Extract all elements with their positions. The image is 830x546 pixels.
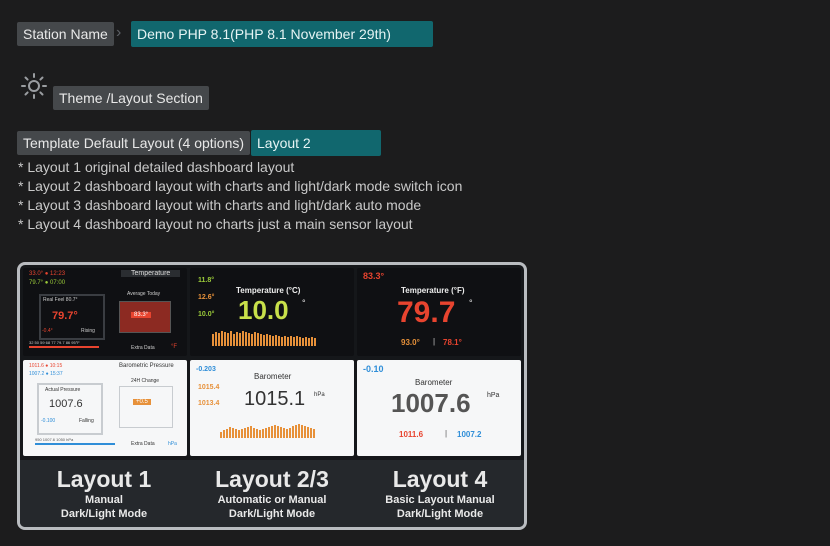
preview-text: Extra Data	[131, 345, 155, 351]
preview-text: Falling	[79, 418, 94, 424]
theme-layout-section-label: Theme /Layout Section	[53, 86, 209, 110]
preview-text: 1015.4	[198, 384, 220, 391]
preview-text: |	[433, 337, 436, 346]
preview-text: Temperature (°F)	[401, 286, 465, 295]
caption-title: Layout 1	[56, 466, 152, 492]
preview-text: °F	[171, 344, 178, 350]
preview-layout2-barometer: -0.203 1015.4 1013.4 Barometer 1015.1 hP…	[190, 360, 354, 456]
preview-layout4-barometer: -0.10 Barometer 1007.6 hPa 1011.6 | 1007…	[357, 360, 521, 456]
preview-text: °	[469, 298, 473, 308]
preview-text: 12.6°	[198, 294, 215, 301]
note-layout-1: * Layout 1 original detailed dashboard l…	[18, 159, 295, 175]
preview-captions: Layout 1 Manual Dark/Light Mode Layout 2…	[20, 460, 524, 527]
station-name-field[interactable]: Demo PHP 8.1(PHP 8.1 November 29th)	[131, 21, 433, 47]
preview-text: 10.0°	[198, 311, 215, 318]
note-layout-2: * Layout 2 dashboard layout with charts …	[18, 178, 463, 194]
preview-scale	[35, 443, 115, 445]
preview-text: 32 50 59 68 77 79.7 86 95°F	[29, 340, 80, 345]
preview-text: 79.7°	[52, 310, 78, 322]
preview-text: -0.4°	[42, 328, 53, 334]
preview-text: hPa	[487, 392, 500, 399]
preview-text: hPa	[314, 392, 325, 398]
preview-text: 1007.2 ● 15:37	[29, 371, 63, 377]
preview-text: 1015.1	[244, 388, 306, 410]
layout-preview-image: 33.0° ● 12:23 79.7° ● 07:00 Temperature …	[17, 262, 527, 530]
preview-text: 79.7° ● 07:00	[29, 280, 66, 286]
preview-layout2-temperature: 11.8° 12.6° 10.0° Temperature (°C) 10.0 …	[190, 268, 354, 356]
caption-title: Layout 4	[392, 466, 488, 492]
caption-layout-2-3: Layout 2/3 Automatic or Manual Dark/Ligh…	[188, 460, 356, 521]
caption-layout-1: Layout 1 Manual Dark/Light Mode	[20, 460, 188, 521]
preview-text: Actual Pressure	[45, 387, 81, 393]
preview-text: 79.7	[397, 296, 456, 329]
preview-layout1-temperature: 33.0° ● 12:23 79.7° ● 07:00 Temperature …	[23, 268, 187, 356]
station-name-label: Station Name	[17, 22, 114, 46]
preview-text: 83.3°	[363, 271, 385, 281]
preview-text: 1013.4	[198, 400, 220, 407]
preview-text: Barometric Pressure	[119, 363, 174, 369]
chevron-right-icon: ›	[116, 24, 122, 41]
preview-text: 11.8°	[198, 277, 215, 284]
preview-text: 1011.6 ● 10:15	[29, 363, 63, 369]
preview-text: Rising	[81, 328, 95, 334]
template-layout-label: Template Default Layout (4 options)	[17, 131, 251, 155]
preview-text: +0.5	[133, 399, 151, 405]
layout-notes: * Layout 1 original detailed dashboard l…	[18, 158, 462, 234]
caption-line: Dark/Light Mode	[60, 508, 148, 520]
caption-line: Dark/Light Mode	[396, 508, 484, 520]
preview-text: 24H Change	[131, 378, 160, 384]
preview-text: °	[302, 298, 306, 308]
preview-text: Barometer	[415, 378, 453, 387]
preview-text: -0.100	[41, 418, 56, 424]
preview-text: 33.0° ● 12:23	[29, 271, 66, 277]
caption-line: Automatic or Manual	[217, 494, 327, 506]
preview-text: hPa	[168, 441, 177, 447]
preview-text: -0.203	[196, 366, 216, 373]
caption-line: Basic Layout Manual	[385, 494, 495, 506]
caption-line: Dark/Light Mode	[228, 508, 316, 520]
preview-chart	[220, 422, 315, 438]
caption-title: Layout 2/3	[215, 466, 329, 492]
preview-text: 78.1°	[443, 338, 462, 347]
gear-icon[interactable]	[20, 72, 48, 100]
note-layout-4: * Layout 4 dashboard layout no charts ju…	[18, 216, 413, 232]
preview-layout1-barometer: 1011.6 ● 10:15 1007.2 ● 15:37 Barometric…	[23, 360, 187, 456]
preview-layout4-temperature: 83.3° Temperature (°F) 79.7 ° 93.0° | 78…	[357, 268, 521, 356]
preview-text: -0.10	[363, 364, 384, 374]
preview-text: 1007.2	[457, 430, 482, 439]
preview-text: 1011.6	[399, 430, 424, 439]
preview-text: 93.0°	[401, 338, 420, 347]
preview-text: Barometer	[254, 372, 292, 381]
preview-text: 83.3°	[131, 312, 152, 318]
preview-chart	[212, 330, 316, 346]
preview-text: 1007.6	[49, 398, 83, 410]
preview-text: Temperature (°C)	[236, 286, 301, 295]
preview-text: |	[445, 429, 448, 438]
caption-layout-4: Layout 4 Basic Layout Manual Dark/Light …	[356, 460, 524, 521]
preview-text: Average Today	[127, 291, 161, 297]
note-layout-3: * Layout 3 dashboard layout with charts …	[18, 197, 422, 213]
template-layout-select[interactable]: Layout 2	[251, 130, 381, 156]
caption-line: Manual	[85, 494, 123, 506]
preview-text: 950 1007.6 1050 hPa	[35, 437, 74, 442]
preview-text: 1007.6	[391, 388, 471, 418]
preview-text: Extra Data	[131, 441, 155, 447]
preview-text: Real Feel 80.7°	[43, 297, 78, 303]
preview-box	[119, 386, 173, 428]
preview-text: 10.0	[238, 295, 289, 325]
preview-scale	[29, 346, 99, 348]
preview-text: Temperature	[121, 270, 181, 277]
